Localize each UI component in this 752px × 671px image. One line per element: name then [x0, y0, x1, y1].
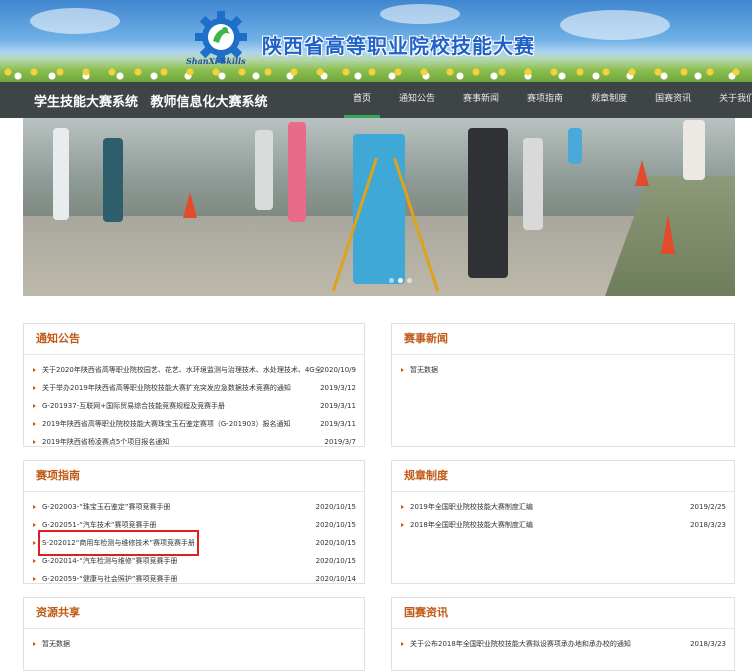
list-item[interactable]: 2019年陕西省杨凌赛点5个项目报名通知 2019/3/7 [24, 433, 364, 451]
list-item: 暂无数据 [24, 635, 364, 653]
item-date: 2020/10/15 [315, 503, 356, 511]
item-date: 2020/10/15 [315, 557, 356, 565]
hero-person [468, 128, 508, 278]
item-date: 2018/3/23 [690, 640, 726, 648]
item-title[interactable]: S-202012“商用车检测与维修技术”赛项竞赛手册 [38, 530, 199, 556]
header-banner: ShanXi Skills 陕西省高等职业院校技能大赛 [0, 0, 752, 82]
list-item[interactable]: 2018年全国职业院校技能大赛制度汇编 2018/3/23 [392, 516, 734, 534]
teacher-info-system-link[interactable]: 教师信息化大赛系统 [151, 95, 268, 110]
list-item: 暂无数据 [392, 361, 734, 379]
hero-person [53, 128, 69, 220]
resources-panel: 资源共享 暂无数据 [23, 597, 365, 671]
resources-list: 暂无数据 [24, 629, 364, 653]
item-title[interactable]: G-202059-“健康与社会照护”赛项竞赛手册 [42, 570, 177, 588]
main-menu: 首页 通知公告 赛事新闻 赛项指南 规章制度 国赛资讯 关于我们 [344, 82, 752, 118]
panel-title: 资源共享 [24, 598, 364, 629]
logo-text: ShanXi Skills [186, 56, 246, 66]
item-title[interactable]: 2019年全国职业院校技能大赛制度汇编 [410, 498, 533, 516]
item-date: 2019/2/25 [690, 503, 726, 511]
list-item[interactable]: G-202003-“珠宝玉石鉴定”赛项竞赛手册 2020/10/15 [24, 498, 364, 516]
rules-list: 2019年全国职业院校技能大赛制度汇编 2019/2/25 2018年全国职业院校… [392, 492, 734, 534]
student-skills-system-link[interactable]: 学生技能大赛系统 [34, 95, 138, 110]
nav-item-news[interactable]: 赛事新闻 [454, 82, 508, 118]
rules-panel: 规章制度 2019年全国职业院校技能大赛制度汇编 2019/2/25 2018年全… [391, 460, 735, 584]
item-title[interactable]: 2018年全国职业院校技能大赛制度汇编 [410, 516, 533, 534]
hero-person [255, 130, 273, 210]
nav-item-guide[interactable]: 赛项指南 [518, 82, 572, 118]
list-item[interactable]: G-202059-“健康与社会照护”赛项竞赛手册 2020/10/14 [24, 570, 364, 588]
item-date: 2019/3/11 [320, 402, 356, 410]
top-nav: 学生技能大赛系统 教师信息化大赛系统 首页 通知公告 赛事新闻 赛项指南 规章制… [0, 82, 752, 118]
notices-panel: 通知公告 关于2020年陕西省高等职业院校园艺、花艺、水环境监测与治理技术、水处… [23, 323, 365, 447]
list-item[interactable]: G-201937-互联网+国际贸易综合技能竞赛规程及竞赛手册 2019/3/11 [24, 397, 364, 415]
nav-item-about[interactable]: 关于我们 [710, 82, 752, 118]
hero-person [683, 120, 705, 180]
nav-item-home[interactable]: 首页 [344, 82, 381, 118]
hero-person [568, 128, 582, 164]
item-date: 2019/3/11 [320, 420, 356, 428]
hero-carousel[interactable] [23, 118, 735, 296]
system-links: 学生技能大赛系统 教师信息化大赛系统 [34, 91, 276, 110]
list-item[interactable]: 2019年全国职业院校技能大赛制度汇编 2019/2/25 [392, 498, 734, 516]
empty-text: 暂无数据 [42, 640, 70, 648]
item-title[interactable]: 关于2020年陕西省高等职业院校园艺、花艺、水环境监测与治理技术、水处理技术、4… [42, 361, 322, 379]
list-item[interactable]: 关于公布2018年全国职业院校技能大赛拟设赛项承办地和承办校的通知 2018/3/… [392, 635, 734, 653]
news-panel: 赛事新闻 暂无数据 [391, 323, 735, 447]
carousel-dots [389, 278, 412, 283]
item-title[interactable]: G-201937-互联网+国际贸易综合技能竞赛规程及竞赛手册 [42, 397, 225, 415]
hero-person [523, 138, 543, 230]
panel-title: 通知公告 [24, 324, 364, 355]
panel-title: 赛事新闻 [392, 324, 734, 355]
banner-cloud [560, 10, 670, 40]
item-date: 2020/10/9 [320, 366, 356, 374]
banner-cloud [380, 4, 460, 24]
carousel-dot[interactable] [407, 278, 412, 283]
nav-item-notices[interactable]: 通知公告 [390, 82, 444, 118]
guide-list: G-202003-“珠宝玉石鉴定”赛项竞赛手册 2020/10/15 G-2020… [24, 492, 364, 588]
item-date: 2019/3/7 [324, 438, 356, 446]
list-item[interactable]: G-202051-“汽车技术”赛项竞赛手册 2020/10/15 [24, 516, 364, 534]
list-item[interactable]: 2019年陕西省高等职业院校技能大赛珠宝玉石鉴定赛项（G-201903）报名通知… [24, 415, 364, 433]
list-item[interactable]: 关于举办2019年陕西省高等职业院校技能大赛扩充突发应急数据技术竞赛的通知 201… [24, 379, 364, 397]
panel-title: 国赛资讯 [392, 598, 734, 629]
item-title[interactable]: 2019年陕西省高等职业院校技能大赛珠宝玉石鉴定赛项（G-201903）报名通知 [42, 415, 291, 433]
list-item[interactable]: G-202014-“汽车检测与维修”赛项竞赛手册 2020/10/15 [24, 552, 364, 570]
item-title[interactable]: G-202003-“珠宝玉石鉴定”赛项竞赛手册 [42, 498, 170, 516]
banner-cloud [30, 8, 120, 34]
item-title[interactable]: G-202051-“汽车技术”赛项竞赛手册 [42, 516, 156, 534]
traffic-cone-icon [635, 160, 649, 186]
item-title[interactable]: 2019年陕西省杨凌赛点5个项目报名通知 [42, 433, 169, 451]
news-list: 暂无数据 [392, 355, 734, 379]
empty-text: 暂无数据 [410, 366, 438, 374]
nav-item-national[interactable]: 国赛资讯 [646, 82, 700, 118]
national-list: 关于公布2018年全国职业院校技能大赛拟设赛项承办地和承办校的通知 2018/3/… [392, 629, 734, 653]
carousel-dot-active[interactable] [398, 278, 403, 283]
item-title[interactable]: 关于公布2018年全国职业院校技能大赛拟设赛项承办地和承办校的通知 [410, 635, 631, 653]
national-panel: 国赛资讯 关于公布2018年全国职业院校技能大赛拟设赛项承办地和承办校的通知 20… [391, 597, 735, 671]
panel-title: 赛项指南 [24, 461, 364, 492]
panel-title: 规章制度 [392, 461, 734, 492]
item-title[interactable]: 关于举办2019年陕西省高等职业院校技能大赛扩充突发应急数据技术竞赛的通知 [42, 379, 291, 397]
traffic-cone-icon [661, 214, 675, 254]
hero-person [288, 122, 306, 222]
nav-item-rules[interactable]: 规章制度 [582, 82, 636, 118]
notices-list: 关于2020年陕西省高等职业院校园艺、花艺、水环境监测与治理技术、水处理技术、4… [24, 355, 364, 451]
hero-person [103, 138, 123, 222]
item-date: 2019/3/12 [320, 384, 356, 392]
item-date: 2018/3/23 [690, 521, 726, 529]
traffic-cone-icon [183, 192, 197, 218]
list-item[interactable]: 关于2020年陕西省高等职业院校园艺、花艺、水环境监测与治理技术、水处理技术、4… [24, 361, 364, 379]
item-date: 2020/10/15 [315, 539, 356, 547]
item-date: 2020/10/14 [315, 575, 356, 583]
item-date: 2020/10/15 [315, 521, 356, 529]
site-title: 陕西省高等职业院校技能大赛 [262, 34, 535, 58]
carousel-dot[interactable] [389, 278, 394, 283]
guide-panel: 赛项指南 G-202003-“珠宝玉石鉴定”赛项竞赛手册 2020/10/15 G… [23, 460, 365, 584]
list-item-highlighted[interactable]: S-202012“商用车检测与维修技术”赛项竞赛手册 2020/10/15 [24, 530, 364, 556]
item-title[interactable]: G-202014-“汽车检测与维修”赛项竞赛手册 [42, 552, 177, 570]
